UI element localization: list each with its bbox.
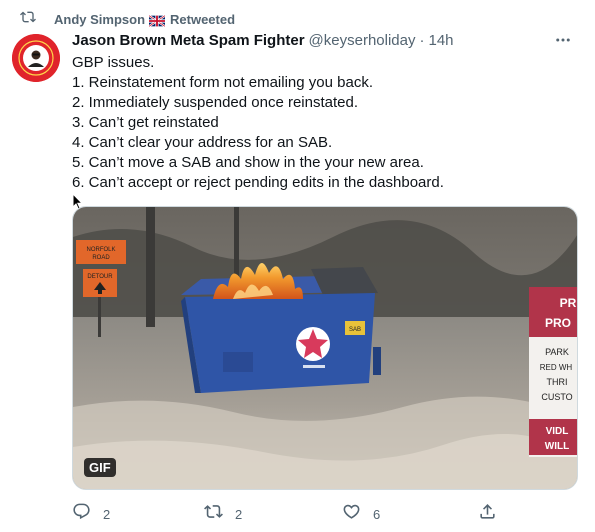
tweet-line: 6. Can’t accept or reject pending edits … [72,174,444,191]
flood-dumpster-scene: NORFOLK ROAD DETOUR SAB PR PRO PARK RED … [73,207,577,489]
tweet-line: GBP issues. [72,54,155,71]
sign-text: CUSTO [541,392,572,402]
sign-text: ROAD [92,255,110,261]
reply-button[interactable]: 2 [72,502,110,526]
retweet-indicator: Andy Simpson Retweeted [20,10,235,28]
sign-text: PARK [545,347,569,357]
tweet-line: 1. Reinstatement form not emailing you b… [72,74,373,91]
sign-text: WILL [545,441,569,452]
timestamp[interactable]: 14h [429,32,454,49]
sign-text: DETOUR [87,274,113,280]
more-options-icon[interactable] [551,30,575,50]
tweet-header: Jason Brown Meta Spam Fighter @keyserhol… [72,30,575,50]
avatar[interactable] [12,34,60,82]
retweeter-name[interactable]: Andy Simpson [54,12,145,27]
tweet-line: 3. Can’t get reinstated [72,114,219,131]
retweet-button[interactable]: 2 [204,502,242,526]
tweet-media-gif[interactable]: NORFOLK ROAD DETOUR SAB PR PRO PARK RED … [72,206,578,490]
tweet-line: 5. Can’t move a SAB and show in the your… [72,154,424,171]
reply-count: 2 [103,506,111,522]
sign-text: PRO [545,316,571,330]
tweet-actions: 2 2 6 [72,502,502,526]
share-button[interactable] [478,502,497,526]
retweet-icon [204,502,223,526]
sign-text: RED WH [540,363,573,372]
like-icon [342,502,361,526]
gif-badge: GIF [84,458,116,477]
sign-text: PR [560,296,577,310]
svg-text:SAB: SAB [349,327,361,333]
sign-text: NORFOLK [86,247,115,253]
tweet-line: 4. Can’t clear your address for an SAB. [72,134,333,151]
tweet-text: GBP issues. 1. Reinstatement form not em… [72,53,572,193]
share-icon [478,502,497,526]
sign-text: VIDL [546,426,569,437]
user-handle[interactable]: @keyserholiday [309,32,416,49]
sign-text: THRI [547,377,568,387]
separator: · [419,31,425,49]
tweet-line: 2. Immediately suspended once reinstated… [72,94,359,111]
reply-icon [72,502,91,526]
like-count: 6 [373,506,381,522]
retweet-icon [20,9,36,30]
uk-flag-icon [148,13,166,28]
display-name[interactable]: Jason Brown Meta Spam Fighter [72,32,305,49]
retweeted-label: Retweeted [170,11,236,27]
retweet-count: 2 [235,506,243,522]
like-button[interactable]: 6 [342,502,380,526]
